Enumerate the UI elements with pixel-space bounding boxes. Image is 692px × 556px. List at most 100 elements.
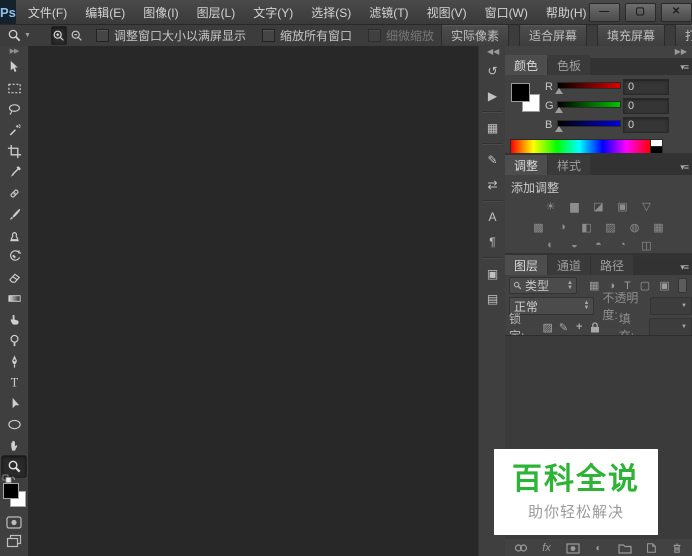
hue-saturation-icon[interactable]: ▩ (531, 220, 547, 234)
tool-history-brush[interactable] (2, 246, 26, 267)
tool-brush[interactable] (2, 204, 26, 225)
tool-smudge[interactable] (2, 309, 26, 330)
menu-image[interactable]: 图像(I) (141, 2, 180, 23)
exposure-icon[interactable]: ▣ (615, 199, 631, 213)
tool-hand[interactable] (2, 435, 26, 456)
menu-view[interactable]: 视图(V) (425, 2, 469, 23)
menu-layer[interactable]: 图层(L) (195, 2, 238, 23)
tool-spot-healing-brush[interactable] (2, 183, 26, 204)
green-value-field[interactable]: 0 (623, 98, 669, 114)
tool-eyedropper[interactable] (2, 162, 26, 183)
new-adjustment-layer-icon[interactable]: ◐ (591, 541, 607, 555)
lock-position-icon[interactable]: + (571, 320, 587, 334)
new-group-icon[interactable] (617, 541, 633, 555)
paragraph-panel-icon[interactable]: ¶ (481, 231, 504, 252)
brightness-contrast-icon[interactable]: ☀ (543, 199, 559, 213)
color-spectrum-ramp[interactable] (510, 139, 651, 154)
selective-color-icon[interactable]: ◫ (639, 238, 655, 252)
photo-filter-icon[interactable]: ▨ (603, 220, 619, 234)
menu-select[interactable]: 选择(S) (309, 2, 353, 23)
lock-all-icon[interactable] (587, 320, 603, 334)
mini-bridge-panel-icon[interactable]: ▦ (481, 117, 504, 138)
slider-thumb[interactable] (555, 107, 563, 113)
fill-screen-button[interactable]: 填充屏幕 (597, 24, 666, 47)
layer-comps-panel-icon[interactable]: ▣ (481, 263, 504, 284)
tool-lasso[interactable] (2, 99, 26, 120)
filter-type-dropdown[interactable]: 类型 ▲ ▼ (509, 277, 577, 294)
collapse-toolbox-icon[interactable]: ▶▶ (10, 46, 20, 57)
color-lookup-icon[interactable]: ▦ (651, 220, 667, 234)
screen-mode-button[interactable] (2, 533, 26, 549)
filter-smart-object-icon[interactable]: ▣ (659, 279, 669, 292)
tool-rectangular-marquee[interactable] (2, 78, 26, 99)
minimize-button[interactable]: — (588, 2, 620, 22)
notes-panel-icon[interactable]: ▤ (481, 288, 504, 309)
filter-toggle-switch[interactable] (677, 278, 687, 293)
checkbox[interactable] (95, 29, 109, 42)
fit-screen-button[interactable]: 适合屏幕 (519, 24, 588, 47)
zoom-in-button[interactable] (50, 26, 67, 45)
quick-mask-button[interactable] (2, 514, 26, 530)
vibrance-icon[interactable]: ▽ (639, 199, 655, 213)
channel-mixer-icon[interactable]: ◍ (627, 220, 643, 234)
menu-window[interactable]: 窗口(W) (483, 2, 530, 23)
menu-filter[interactable]: 滤镜(T) (367, 2, 410, 23)
tool-clone-stamp[interactable] (2, 225, 26, 246)
threshold-icon[interactable]: ◓ (591, 238, 607, 252)
panel-menu-icon[interactable]: ▾≡ (680, 262, 689, 273)
color-balance-icon[interactable]: ◑ (555, 220, 571, 234)
tool-crop[interactable] (2, 141, 26, 162)
collapse-panels-icon[interactable]: ▶▶ (675, 47, 687, 56)
panel-menu-icon[interactable]: ▾≡ (680, 62, 689, 73)
menu-edit[interactable]: 编辑(E) (83, 2, 127, 23)
resize-windows-to-fit-option[interactable]: 调整窗口大小以满屏显示 (95, 27, 246, 44)
blue-slider[interactable] (555, 118, 621, 132)
filter-image-icon[interactable]: ▦ (589, 279, 599, 292)
actions-panel-icon[interactable]: ▶ (481, 85, 504, 106)
layer-style-icon[interactable]: fx (539, 541, 555, 555)
panel-menu-icon[interactable]: ▾≡ (680, 162, 689, 173)
tab-channels[interactable]: 通道 (548, 255, 591, 275)
menu-file[interactable]: 文件(F) (26, 2, 69, 23)
menu-type[interactable]: 文字(Y) (251, 2, 295, 23)
delete-layer-icon[interactable] (669, 541, 685, 555)
clone-source-panel-icon[interactable]: ⇄ (481, 174, 504, 195)
zoom-tool-preset[interactable]: ▼ (7, 28, 31, 43)
lock-pixels-icon[interactable]: ✎ (556, 320, 572, 334)
curves-icon[interactable]: ◪ (591, 199, 607, 213)
new-layer-icon[interactable] (643, 541, 659, 555)
red-slider[interactable] (555, 80, 621, 94)
invert-icon[interactable]: ◐ (543, 238, 559, 252)
actual-pixels-button[interactable]: 实际像素 (440, 24, 509, 47)
posterize-icon[interactable]: ◒ (567, 238, 583, 252)
tool-pen[interactable] (2, 351, 26, 372)
tab-styles[interactable]: 样式 (548, 155, 591, 175)
tab-swatches[interactable]: 色板 (548, 55, 591, 75)
link-layers-icon[interactable] (513, 541, 529, 555)
red-value-field[interactable]: 0 (623, 79, 669, 95)
maximize-button[interactable]: ▢ (624, 2, 656, 22)
blue-value-field[interactable]: 0 (623, 117, 669, 133)
expand-panels-icon[interactable]: ◀◀ (479, 46, 499, 58)
zoom-all-windows-option[interactable]: 缩放所有窗口 (261, 27, 352, 44)
slider-thumb[interactable] (555, 88, 563, 94)
tool-path-selection[interactable] (2, 393, 26, 414)
print-size-button[interactable]: 打印尺寸 (675, 24, 692, 47)
gradient-map-icon[interactable]: ◔ (615, 238, 631, 252)
tab-layers[interactable]: 图层 (505, 255, 548, 275)
foreground-color-swatch[interactable] (511, 83, 530, 102)
close-button[interactable]: ✕ (660, 2, 692, 22)
canvas-area[interactable] (29, 46, 478, 556)
checkbox[interactable] (261, 29, 275, 42)
add-layer-mask-icon[interactable] (565, 541, 581, 555)
levels-icon[interactable]: ▆ (567, 199, 583, 213)
tool-gradient[interactable] (2, 288, 26, 309)
tab-color[interactable]: 颜色 (505, 55, 548, 75)
green-slider[interactable] (555, 99, 621, 113)
menu-help[interactable]: 帮助(H) (544, 2, 589, 23)
tool-type[interactable]: T (2, 372, 26, 393)
brush-presets-panel-icon[interactable]: ✎ (481, 149, 504, 170)
tool-eraser[interactable] (2, 267, 26, 288)
slider-thumb[interactable] (555, 126, 563, 132)
black-white-icon[interactable]: ◧ (579, 220, 595, 234)
